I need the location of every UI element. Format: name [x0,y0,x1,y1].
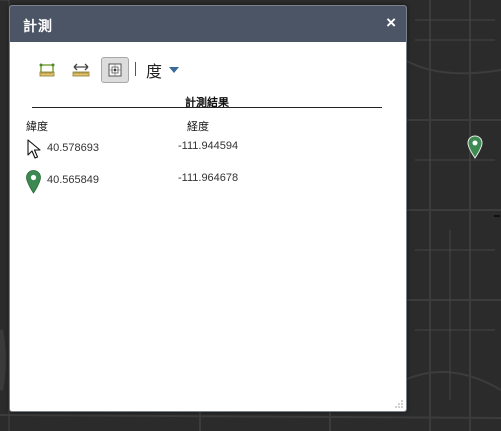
area-measure-icon [39,63,55,77]
location-measure-icon [108,63,122,77]
location-measure-button[interactable] [101,57,129,83]
row2-longitude: -111.964678 [178,172,239,184]
latitude-header: 緯度 [26,121,48,133]
resize-grip-icon[interactable] [395,400,403,408]
toolbar-separator [135,62,136,76]
chevron-down-icon[interactable] [169,67,179,73]
window-title: 計測 [23,18,53,34]
row1-latitude: 40.578693 [47,142,99,154]
area-measure-button[interactable] [34,58,60,82]
close-icon[interactable]: × [386,14,396,32]
window-titlebar[interactable]: 計測 × [10,6,406,42]
results-divider [32,107,382,108]
distance-measure-icon [72,63,90,77]
unit-dropdown-value[interactable]: 度 [146,58,162,82]
row1-longitude: -111.944594 [178,140,239,152]
cursor-icon [27,139,41,159]
row2-latitude: 40.565849 [47,174,99,186]
measurement-window: 計測 × 度 計測結果 緯度 経度 40.578693 -111.944594 … [9,5,407,412]
longitude-header: 経度 [187,121,209,133]
distance-measure-button[interactable] [68,58,94,82]
location-pin-icon [26,170,41,194]
